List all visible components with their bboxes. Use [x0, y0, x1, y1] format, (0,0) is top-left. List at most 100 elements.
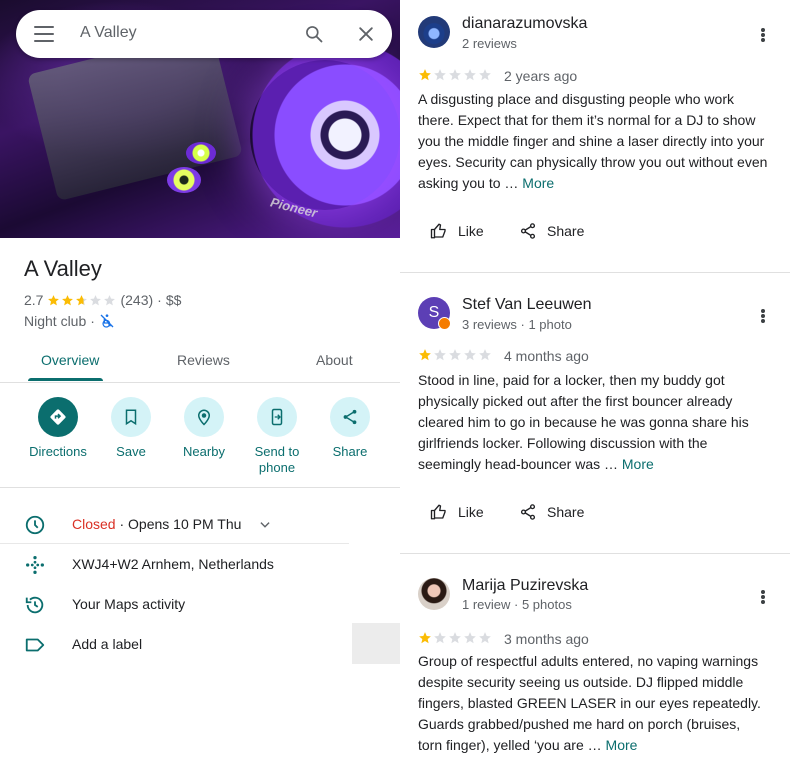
send-to-phone-label: Send to phone — [254, 444, 300, 475]
nearby-button[interactable]: Nearby — [167, 397, 241, 460]
plus-code-row[interactable]: XWJ4+W2 Arnhem, Netherlands — [0, 544, 349, 584]
reviewer-name[interactable]: dianarazumovska — [462, 15, 587, 33]
star-icon — [464, 69, 476, 81]
add-label-row[interactable]: Add a label — [0, 624, 349, 664]
review-text: A disgusting place and disgusting people… — [418, 91, 768, 191]
search-icon[interactable] — [304, 24, 324, 44]
more-link[interactable]: More — [606, 737, 638, 753]
hours-status: Closed — [72, 516, 116, 532]
active-tab-indicator — [28, 378, 103, 381]
star-icon — [434, 349, 446, 361]
like-button[interactable]: Like — [430, 222, 484, 240]
star-icon — [479, 349, 491, 361]
separator: · — [90, 313, 95, 329]
separator: · — [157, 292, 162, 308]
maps-activity-text: Your Maps activity — [72, 596, 186, 612]
local-guide-badge-icon — [438, 317, 451, 330]
share-button[interactable]: Share — [313, 397, 387, 460]
star-icon — [419, 69, 431, 81]
directions-button[interactable]: Directions — [21, 397, 95, 460]
tab-about[interactable]: About — [316, 352, 353, 368]
share-review-button[interactable]: Share — [519, 222, 584, 240]
place-stars — [47, 294, 116, 307]
hours-detail: · Opens 10 PM Thu — [115, 516, 242, 532]
reviewer-name[interactable]: Marija Puzirevska — [462, 577, 588, 595]
search-input[interactable]: A Valley — [80, 24, 137, 42]
star-icon — [48, 294, 60, 305]
review-date: 2 years ago — [504, 68, 578, 84]
divider — [400, 553, 790, 554]
knob-shape — [186, 142, 216, 164]
menu-icon[interactable] — [34, 26, 54, 42]
maps-activity-row[interactable]: Your Maps activity — [0, 584, 349, 624]
more-options-icon[interactable] — [756, 307, 770, 325]
directions-label: Directions — [29, 444, 87, 459]
nearby-label: Nearby — [183, 444, 225, 459]
reviewer-meta: 3 reviews · 1 photo — [462, 317, 572, 332]
save-label: Save — [116, 444, 146, 459]
more-options-icon[interactable] — [756, 26, 770, 44]
plus-code-icon — [26, 556, 44, 574]
star-icon — [434, 69, 446, 81]
tab-reviews[interactable]: Reviews — [177, 352, 230, 368]
share-label: Share — [332, 444, 368, 459]
turntable-glow — [250, 60, 400, 210]
hours-row[interactable]: Closed · Opens 10 PM Thu — [0, 504, 349, 544]
share-icon — [520, 504, 536, 520]
avatar[interactable] — [418, 16, 450, 48]
review-date: 4 months ago — [504, 348, 589, 364]
rating-value: 2.7 — [24, 292, 44, 308]
like-label: Like — [458, 504, 484, 520]
share-label: Share — [547, 223, 585, 239]
share-review-button[interactable]: Share — [519, 503, 584, 521]
tab-overview[interactable]: Overview — [41, 352, 99, 368]
star-icon — [76, 294, 88, 305]
search-bar[interactable]: A Valley — [16, 10, 392, 58]
more-link[interactable]: More — [522, 175, 554, 191]
close-icon[interactable] — [356, 24, 376, 44]
review-stars — [418, 631, 492, 645]
knob-shape — [167, 167, 201, 193]
review-stars — [418, 68, 492, 82]
star-icon — [449, 69, 461, 81]
review-text: Group of respectful adults entered, no v… — [418, 653, 761, 753]
star-icon — [419, 632, 431, 644]
history-icon — [25, 596, 44, 614]
send-to-phone-button[interactable]: Send to phone — [240, 397, 314, 476]
plus-code-text: XWJ4+W2 Arnhem, Netherlands — [72, 556, 274, 572]
star-icon — [434, 632, 446, 644]
like-button[interactable]: Like — [430, 503, 484, 521]
nearby-icon — [197, 409, 211, 426]
avatar[interactable] — [418, 578, 450, 610]
review-date: 3 months ago — [504, 631, 589, 647]
star-icon — [62, 294, 74, 305]
share-label: Share — [547, 504, 585, 520]
star-icon — [479, 632, 491, 644]
share-icon — [520, 223, 536, 239]
more-options-icon[interactable] — [756, 588, 770, 606]
save-button[interactable]: Save — [94, 397, 168, 460]
place-category[interactable]: Night club — [24, 313, 86, 329]
rating-row[interactable]: 2.7 (243) · $$ — [24, 292, 181, 308]
review-count[interactable]: (243) — [120, 292, 153, 308]
category-row: Night club · — [24, 313, 115, 329]
directions-icon — [50, 409, 66, 425]
star-icon — [419, 349, 431, 361]
panel-collapse-handle[interactable] — [352, 623, 400, 664]
no-wheelchair-icon — [100, 314, 114, 328]
avatar[interactable]: S — [418, 297, 451, 330]
reviewer-name[interactable]: Stef Van Leeuwen — [462, 296, 592, 314]
more-link[interactable]: More — [622, 456, 654, 472]
price-level: $$ — [165, 292, 182, 308]
chevron-down-icon[interactable] — [258, 518, 272, 532]
star-icon — [449, 349, 461, 361]
star-icon — [464, 349, 476, 361]
thumb-up-icon — [430, 504, 446, 520]
review-stars — [418, 348, 492, 362]
reviewer-meta: 1 review · 5 photos — [462, 597, 572, 612]
send-to-phone-icon — [271, 408, 283, 426]
bookmark-icon — [125, 409, 137, 426]
clock-icon — [25, 515, 45, 535]
divider — [400, 272, 790, 273]
divider — [0, 487, 400, 488]
